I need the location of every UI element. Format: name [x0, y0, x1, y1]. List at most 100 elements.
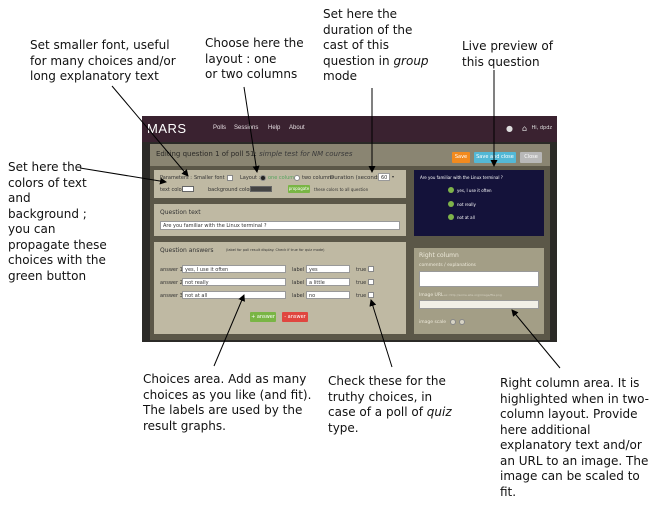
answer-3-input[interactable]: not at all — [182, 291, 286, 299]
parameters-panel: Parameters : Smaller font Layout : one c… — [154, 170, 406, 198]
chevron-down-icon[interactable]: ▾ — [392, 174, 394, 179]
answer-2-input[interactable]: not really — [182, 278, 286, 286]
right-comments-textarea[interactable] — [419, 271, 539, 287]
answer-1-result-label-input[interactable]: yes — [306, 265, 350, 273]
text-color-swatch[interactable] — [182, 186, 194, 192]
answers-note: (label for poll result display. Check if… — [226, 248, 325, 252]
annotation-line: Set here the — [323, 7, 398, 21]
background-color-swatch[interactable] — [250, 186, 272, 192]
add-answer-button[interactable]: + answer — [250, 312, 276, 322]
duration-label: Duration (seconds): — [330, 175, 385, 181]
close-button[interactable]: Close — [520, 152, 542, 163]
annotation-line: question in group — [323, 54, 429, 70]
annotation-line: or two columns — [205, 67, 298, 81]
annotation-line: choices as you like (and fit). — [143, 387, 312, 402]
preview-answer-3-dot — [448, 214, 454, 220]
user-icon[interactable]: ● — [506, 124, 513, 133]
propagate-note: these colors to all question — [314, 187, 369, 192]
annotation-line: Choices area. Add as many — [143, 372, 307, 386]
preview-answer-1-dot — [448, 187, 454, 193]
annotation-line: and — [8, 191, 31, 205]
app-window: MARS Polls Sessions Help About ● ⌂ Hi, d… — [142, 116, 557, 342]
propagate-button[interactable]: propagate — [288, 185, 310, 193]
nav-help[interactable]: Help — [268, 125, 280, 131]
scale-up-icon[interactable] — [459, 319, 465, 325]
annotation-line: Live preview of — [462, 39, 554, 53]
scale-down-icon[interactable] — [450, 319, 456, 325]
layout-two-columns-radio[interactable] — [294, 175, 300, 181]
annotation-italic: quiz — [426, 405, 452, 419]
preview-answer-2-dot — [448, 201, 454, 207]
title-poll-name: simple test for NM courses — [259, 150, 353, 158]
image-url-placeholder: ex: http://some.site.org/image/file.png — [444, 293, 502, 297]
answer-2-label-word: label — [292, 280, 305, 286]
annotation-line: column layout. Provide — [500, 407, 638, 421]
annotation-layout: Choose here the layout : one or two colu… — [205, 36, 304, 83]
annotation-line: an URL to an image. The — [500, 453, 649, 468]
layout-label: Layout : — [240, 175, 261, 181]
text-color-label: text color — [160, 187, 184, 193]
preview-answer-1: yes, I use it often — [457, 188, 492, 193]
nav-sessions[interactable]: Sessions — [234, 125, 258, 131]
annotation-line: Choose here the — [205, 36, 304, 50]
remove-answer-button[interactable]: - answer — [282, 312, 308, 322]
image-url-input[interactable] — [419, 300, 539, 309]
answer-2-true-checkbox[interactable] — [368, 279, 374, 285]
duration-select[interactable]: 60 — [378, 173, 390, 181]
annotation-text: question in — [323, 53, 390, 68]
annotation-live-preview: Live preview of this question — [462, 39, 553, 70]
answer-1-true-checkbox[interactable] — [368, 266, 374, 272]
parameters-label: Parameters : — [160, 175, 192, 181]
save-and-close-button[interactable]: Save and close — [474, 152, 516, 163]
annotation-line: green button — [8, 268, 87, 283]
answer-2-true-label: true — [356, 280, 367, 286]
annotation-line: this question — [462, 54, 540, 69]
question-text-header: Question text — [160, 209, 201, 216]
annotation-line: result graphs. — [143, 418, 226, 433]
right-column-panel: Right column comments / explanations Ima… — [414, 248, 544, 334]
annotation-line: The labels are used by the — [143, 403, 303, 417]
answer-3-true-label: true — [356, 293, 367, 299]
app-logo[interactable]: MARS — [147, 121, 187, 136]
user-greeting[interactable]: Hi, dpdz — [532, 125, 552, 131]
title-prefix: Editing question 1 of poll 51: — [156, 150, 257, 158]
question-text-input[interactable]: Are you familiar with the Linux terminal… — [160, 221, 400, 230]
annotation-line: fit. — [500, 484, 517, 499]
layout-one-column-label: one column — [268, 175, 298, 181]
smaller-font-label: Smaller font — [194, 175, 225, 181]
annotation-line: image can be scaled to — [500, 469, 640, 483]
answer-3-result-label-input[interactable]: no — [306, 291, 350, 299]
annotation-line: Set smaller font, useful — [30, 38, 170, 52]
answer-1-input[interactable]: yes, I use it often — [182, 265, 286, 273]
annotation-line: you can — [8, 222, 56, 236]
image-scale-label: image scale — [419, 320, 447, 325]
annotation-line: duration of the — [323, 22, 413, 37]
save-button[interactable]: Save — [452, 152, 470, 163]
annotation-line: highlighted when in two- — [500, 391, 649, 406]
annotation-colors: Set here the colors of text and backgrou… — [8, 160, 107, 284]
annotation-line: Check these for the — [328, 374, 446, 388]
top-navbar: MARS Polls Sessions Help About ● ⌂ Hi, d… — [142, 116, 557, 142]
annotation-line: long explanatory text — [30, 69, 159, 83]
page-title: Editing question 1 of poll 51: simple te… — [156, 150, 352, 158]
annotation-right-column: Right column area. It is highlighted whe… — [500, 376, 649, 500]
annotation-line: colors of text — [8, 175, 87, 190]
editor-page: Editing question 1 of poll 51: simple te… — [150, 144, 550, 340]
answer-2-result-label-input[interactable]: a little — [306, 278, 350, 286]
nav-about[interactable]: About — [289, 125, 305, 131]
home-icon[interactable]: ⌂ — [522, 124, 527, 133]
annotation-choices-area: Choices area. Add as many choices as you… — [143, 372, 311, 434]
nav-polls[interactable]: Polls — [213, 125, 226, 131]
annotation-line: type. — [328, 420, 359, 435]
answer-3-true-checkbox[interactable] — [368, 292, 374, 298]
right-comments-label: comments / explanations — [419, 263, 476, 268]
answers-header: Question answers — [160, 247, 214, 254]
smaller-font-checkbox[interactable] — [227, 175, 233, 181]
question-text-panel: Question text Are you familiar with the … — [154, 204, 406, 236]
answer-1-true-label: true — [356, 267, 367, 273]
annotation-line: cast of this — [323, 38, 389, 52]
layout-one-column-radio[interactable] — [260, 175, 266, 181]
preview-answer-3: not at all — [457, 215, 475, 220]
live-preview: Are you familiar with the Linux terminal… — [414, 170, 544, 236]
preview-answer-2: not really — [457, 202, 476, 207]
